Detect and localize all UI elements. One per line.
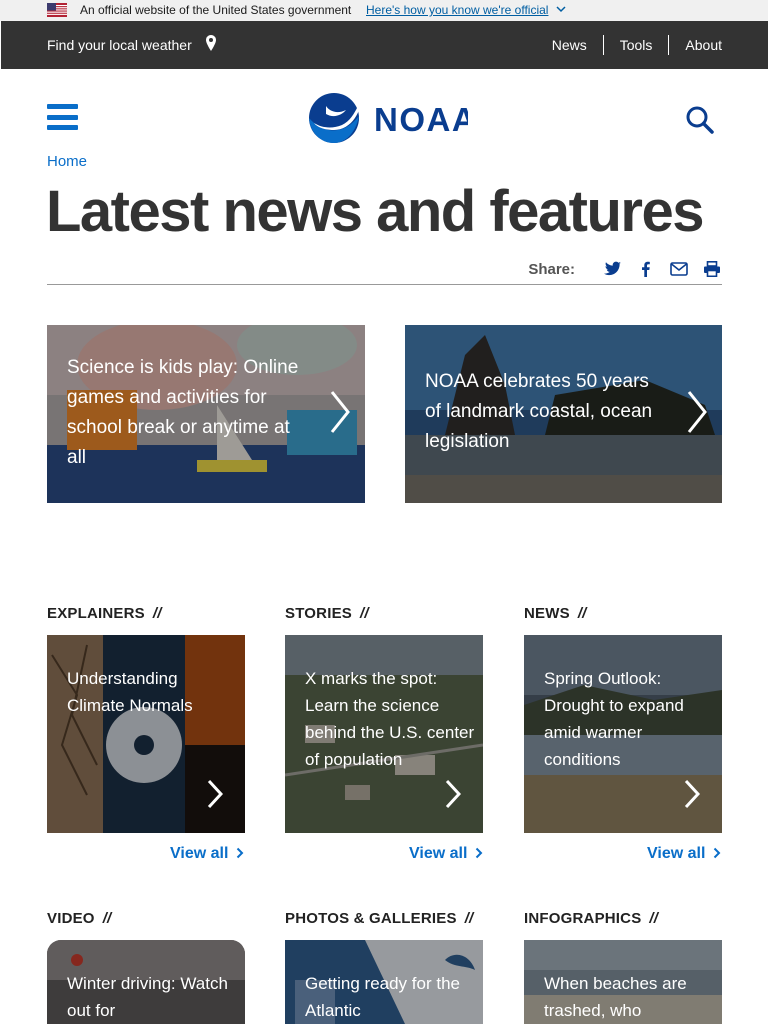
section-heading-news: NEWS// [524,605,587,622]
page-title: Latest news and features [46,179,705,244]
chevron-right-icon [207,779,223,809]
email-icon[interactable] [670,261,688,277]
noaa-logo[interactable]: NOAA [308,92,468,144]
nav-tools[interactable]: Tools [602,35,669,55]
chevron-right-icon [714,847,721,859]
featured-title: NOAA celebrates 50 years of landmark coa… [425,371,653,452]
gov-banner: An official website of the United States… [0,0,768,21]
nav-news[interactable]: News [536,35,603,55]
chevron-right-icon [687,391,707,433]
card-news[interactable]: Spring Outlook: Drought to expand amid w… [524,635,722,833]
twitter-icon[interactable] [604,261,622,277]
section-heading-video: VIDEO// [47,910,112,927]
us-flag-icon [47,3,67,17]
card-stories[interactable]: X marks the spot: Learn the science behi… [285,635,483,833]
card-explainers[interactable]: Understanding Climate Normals [47,635,245,833]
search-icon[interactable] [686,106,714,134]
official-site-link[interactable]: Here's how you know we're official [366,3,548,17]
section-heading-infographics: INFOGRAPHICS// [524,910,659,927]
card-title: When beaches are trashed, who [544,974,687,1020]
chevron-right-icon [684,779,700,809]
featured-card-kids-games[interactable]: Science is kids play: Online games and a… [47,325,365,503]
print-icon[interactable] [703,261,721,277]
utility-nav: News Tools About [536,35,722,55]
card-title: Spring Outlook: Drought to expand amid w… [544,669,684,769]
card-title: Getting ready for the Atlantic [305,974,460,1020]
featured-title: Science is kids play: Online games and a… [67,357,299,468]
map-pin-icon[interactable] [206,35,216,51]
share-label: Share: [528,260,575,278]
breadcrumb-home[interactable]: Home [47,153,87,170]
card-photos-galleries[interactable]: Getting ready for the Atlantic [285,940,483,1024]
title-divider [47,284,722,285]
share-bar: Share: [528,259,721,279]
logo-text: NOAA [374,101,468,138]
nav-about[interactable]: About [668,35,722,55]
section-heading-explainers: EXPLAINERS// [47,605,162,622]
section-heading-photos-galleries: PHOTOS & GALLERIES// [285,910,474,927]
card-title: Understanding Climate Normals [67,669,193,715]
card-video[interactable]: Winter driving: Watch out for [47,940,245,1024]
gov-banner-text: An official website of the United States… [80,3,352,17]
card-title: Winter driving: Watch out for [67,974,228,1020]
chevron-right-icon [330,391,350,433]
chevron-down-icon[interactable] [556,4,566,14]
find-local-weather-link[interactable]: Find your local weather [47,37,192,53]
top-bar: Find your local weather News Tools About [1,21,768,69]
chevron-right-icon [445,779,461,809]
featured-card-coastal-legislation[interactable]: NOAA celebrates 50 years of landmark coa… [405,325,722,503]
menu-icon[interactable] [47,104,78,130]
card-title: X marks the spot: Learn the science behi… [305,669,475,769]
section-heading-stories: STORIES// [285,605,369,622]
card-infographics[interactable]: When beaches are trashed, who [524,940,722,1024]
view-all-explainers-link[interactable]: View all [170,845,244,863]
view-all-news-link[interactable]: View all [647,845,721,863]
view-all-stories-link[interactable]: View all [409,845,483,863]
chevron-right-icon [476,847,483,859]
chevron-right-icon [237,847,244,859]
facebook-icon[interactable] [637,261,655,277]
